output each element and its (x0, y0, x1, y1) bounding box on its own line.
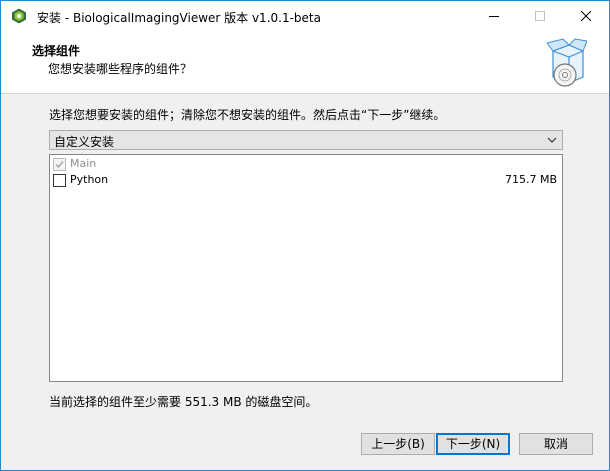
installer-window: 安装 - BiologicalImagingViewer 版本 v1.0.1-b… (0, 0, 610, 471)
close-icon (581, 11, 591, 21)
wizard-header: 选择组件 您想安装哪些程序的组件？ (1, 31, 609, 94)
maximize-button[interactable] (517, 1, 563, 31)
component-label: Main (70, 157, 97, 170)
page-subtitle: 您想安装哪些程序的组件？ (48, 62, 193, 76)
setup-box-disc-icon (547, 38, 587, 87)
close-button[interactable] (563, 1, 609, 31)
minimize-button[interactable] (471, 1, 517, 31)
checkbox-main[interactable] (53, 158, 66, 171)
component-item-python[interactable]: Python 715.7 MB (53, 173, 559, 189)
next-button[interactable]: 下一步(N) (436, 433, 510, 455)
component-label: Python (70, 173, 109, 186)
chevron-down-icon (547, 137, 557, 143)
components-list[interactable]: Main Python 715.7 MB (49, 154, 563, 382)
component-size: 715.7 MB (504, 173, 557, 186)
page-title: 选择组件 (32, 44, 81, 58)
maximize-icon (535, 11, 545, 21)
checkmark-icon (55, 161, 64, 169)
window-title: 安装 - BiologicalImagingViewer 版本 v1.0.1-b… (37, 11, 321, 25)
install-type-value: 自定义安装 (54, 135, 115, 149)
app-icon (12, 8, 26, 24)
checkbox-python[interactable] (53, 174, 66, 187)
minimize-icon (489, 16, 499, 17)
cancel-button[interactable]: 取消 (519, 433, 593, 455)
space-required-text: 当前选择的组件至少需要 551.3 MB 的磁盘空间。 (49, 395, 318, 409)
back-button[interactable]: 上一步(B) (361, 433, 435, 455)
instruction-text: 选择您想要安装的组件；清除您不想安装的组件。然后点击“下一步”继续。 (49, 108, 446, 122)
install-type-dropdown[interactable]: 自定义安装 (49, 130, 563, 150)
title-bar[interactable]: 安装 - BiologicalImagingViewer 版本 v1.0.1-b… (1, 1, 609, 31)
component-item-main[interactable]: Main (53, 157, 559, 173)
